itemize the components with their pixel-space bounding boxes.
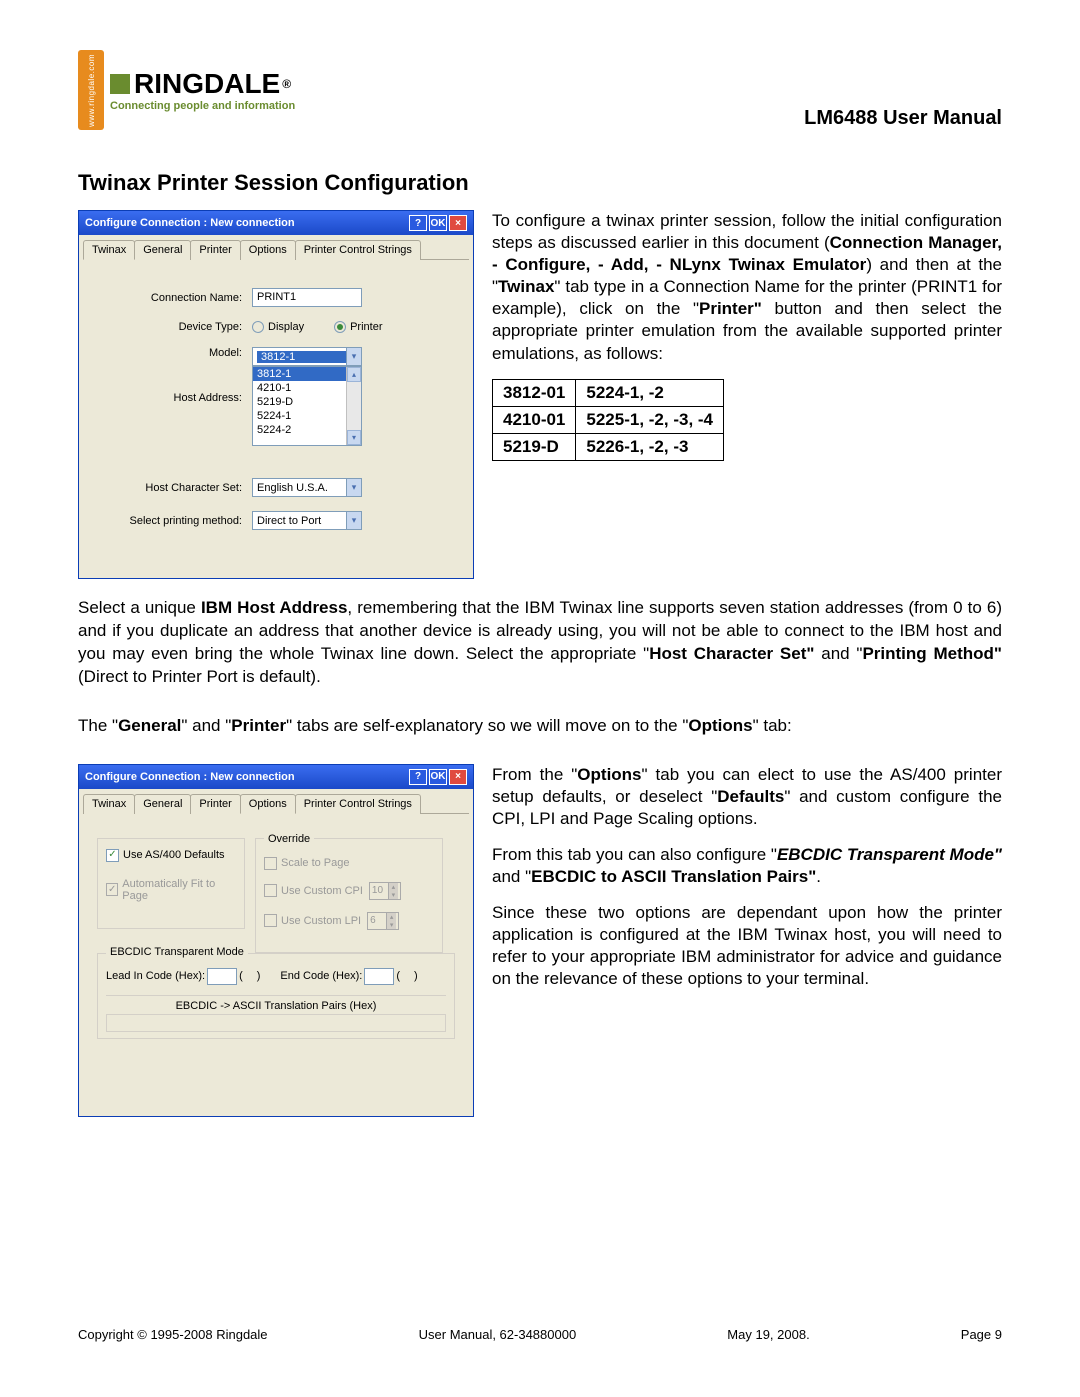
model-select[interactable]: 3812-1 ▾ bbox=[252, 347, 362, 366]
checkbox-scale[interactable]: Scale to Page bbox=[264, 857, 434, 870]
translation-pairs-label: EBCDIC -> ASCII Translation Pairs (Hex) bbox=[106, 995, 446, 1012]
intro-text: To configure a twinax printer session, f… bbox=[492, 210, 1002, 461]
connection-name-label: Connection Name: bbox=[97, 292, 252, 304]
tab-options[interactable]: Options bbox=[240, 794, 296, 814]
help-button[interactable]: ? bbox=[409, 769, 427, 785]
chevron-down-icon: ▾ bbox=[346, 479, 361, 496]
page-header: www.ringdale.com RINGDALE® Connecting pe… bbox=[78, 50, 1002, 130]
list-item[interactable]: 4210-1 bbox=[253, 381, 361, 395]
lead-in-input[interactable] bbox=[207, 968, 237, 985]
section-heading: Twinax Printer Session Configuration bbox=[78, 170, 1002, 196]
connection-name-input[interactable]: PRINT1 bbox=[252, 288, 362, 307]
tab-strip: Twinax General Printer Options Printer C… bbox=[83, 239, 469, 260]
tab-pcs[interactable]: Printer Control Strings bbox=[295, 240, 421, 260]
ok-button[interactable]: OK bbox=[429, 769, 447, 785]
checkbox-lpi[interactable]: Use Custom LPI 6▴▾ bbox=[264, 912, 434, 930]
radio-display[interactable]: Display bbox=[252, 321, 304, 333]
checkbox-cpi[interactable]: Use Custom CPI 10▴▾ bbox=[264, 882, 434, 900]
end-code-label: End Code (Hex): bbox=[280, 970, 362, 982]
scroll-down-icon[interactable]: ▾ bbox=[347, 430, 361, 445]
titlebar: Configure Connection : New connection ? … bbox=[79, 765, 473, 789]
host-address-paragraph: Select a unique IBM Host Address, rememb… bbox=[78, 597, 1002, 689]
host-address-label: Host Address: bbox=[97, 392, 252, 404]
override-group: Override Scale to Page Use Custom CPI 10… bbox=[255, 838, 443, 953]
scroll-up-icon[interactable]: ▴ bbox=[347, 367, 361, 382]
tab-twinax[interactable]: Twinax bbox=[83, 240, 135, 260]
dialog-twinax: Configure Connection : New connection ? … bbox=[78, 210, 474, 579]
list-item[interactable]: 5224-1 bbox=[253, 409, 361, 423]
tab-pcs[interactable]: Printer Control Strings bbox=[295, 794, 421, 814]
tab-general[interactable]: General bbox=[134, 794, 191, 814]
options-text: From the "Options" tab you can elect to … bbox=[492, 764, 1002, 1005]
scrollbar[interactable]: ▴ ▾ bbox=[346, 367, 361, 445]
page-footer: Copyright © 1995-2008 Ringdale User Manu… bbox=[78, 1327, 1002, 1342]
list-item[interactable]: 5224-2 bbox=[253, 423, 361, 437]
logo-block: www.ringdale.com RINGDALE® Connecting pe… bbox=[78, 50, 295, 130]
lead-in-label: Lead In Code (Hex): bbox=[106, 970, 205, 982]
print-method-label: Select printing method: bbox=[97, 515, 252, 527]
dialog-title: Configure Connection : New connection bbox=[85, 217, 407, 229]
footer-copyright: Copyright © 1995-2008 Ringdale bbox=[78, 1327, 268, 1342]
chevron-down-icon: ▾ bbox=[346, 348, 361, 365]
tab-printer[interactable]: Printer bbox=[190, 794, 240, 814]
orange-side-tab: www.ringdale.com bbox=[78, 50, 104, 130]
tab-general[interactable]: General bbox=[134, 240, 191, 260]
list-item[interactable]: 5219-D bbox=[253, 395, 361, 409]
ok-button[interactable]: OK bbox=[429, 215, 447, 231]
dialog-title: Configure Connection : New connection bbox=[85, 771, 407, 783]
override-label: Override bbox=[264, 833, 314, 845]
radio-printer[interactable]: Printer bbox=[334, 321, 382, 333]
close-button[interactable]: × bbox=[449, 215, 467, 231]
host-charset-select[interactable]: English U.S.A.▾ bbox=[252, 478, 362, 497]
document-title: LM6488 User Manual bbox=[804, 107, 1002, 130]
translation-pairs-area[interactable] bbox=[106, 1014, 446, 1032]
model-listbox[interactable]: 3812-1 4210-1 5219-D 5224-1 5224-2 ▴ ▾ bbox=[252, 366, 362, 446]
print-method-select[interactable]: Direct to Port▾ bbox=[252, 511, 362, 530]
tab-twinax[interactable]: Twinax bbox=[83, 794, 135, 814]
checkbox-autofit[interactable]: ✓Automatically Fit to Page bbox=[106, 878, 236, 902]
lpi-spinner[interactable]: 6▴▾ bbox=[367, 912, 399, 930]
tab-printer[interactable]: Printer bbox=[190, 240, 240, 260]
dialog-options: Configure Connection : New connection ? … bbox=[78, 764, 474, 1117]
logo-tagline: Connecting people and information bbox=[110, 100, 295, 112]
chevron-down-icon: ▾ bbox=[346, 512, 361, 529]
defaults-group: ✓Use AS/400 Defaults ✓Automatically Fit … bbox=[97, 838, 245, 929]
checkbox-as400[interactable]: ✓Use AS/400 Defaults bbox=[106, 849, 236, 862]
logo-main: RINGDALE® bbox=[110, 68, 295, 100]
help-button[interactable]: ? bbox=[409, 215, 427, 231]
tab-strip: Twinax General Printer Options Printer C… bbox=[83, 793, 469, 814]
ebcdic-group: EBCDIC Transparent Mode Lead In Code (He… bbox=[97, 953, 455, 1039]
list-item[interactable]: 3812-1 bbox=[253, 367, 361, 381]
footer-manual: User Manual, 62-34880000 bbox=[419, 1327, 577, 1342]
model-label: Model: bbox=[97, 347, 252, 359]
device-type-label: Device Type: bbox=[97, 321, 252, 333]
logo-square-icon bbox=[110, 74, 130, 94]
close-button[interactable]: × bbox=[449, 769, 467, 785]
end-code-input[interactable] bbox=[364, 968, 394, 985]
footer-page: Page 9 bbox=[961, 1327, 1002, 1342]
cpi-spinner[interactable]: 10▴▾ bbox=[369, 882, 401, 900]
emulation-table: 3812-015224-1, -2 4210-015225-1, -2, -3,… bbox=[492, 379, 724, 461]
titlebar: Configure Connection : New connection ? … bbox=[79, 211, 473, 235]
orange-tab-text: www.ringdale.com bbox=[87, 54, 96, 127]
footer-date: May 19, 2008. bbox=[727, 1327, 809, 1342]
tab-options[interactable]: Options bbox=[240, 240, 296, 260]
general-printer-paragraph: The "General" and "Printer" tabs are sel… bbox=[78, 715, 1002, 738]
ebcdic-group-label: EBCDIC Transparent Mode bbox=[106, 946, 248, 958]
host-charset-label: Host Character Set: bbox=[97, 482, 252, 494]
